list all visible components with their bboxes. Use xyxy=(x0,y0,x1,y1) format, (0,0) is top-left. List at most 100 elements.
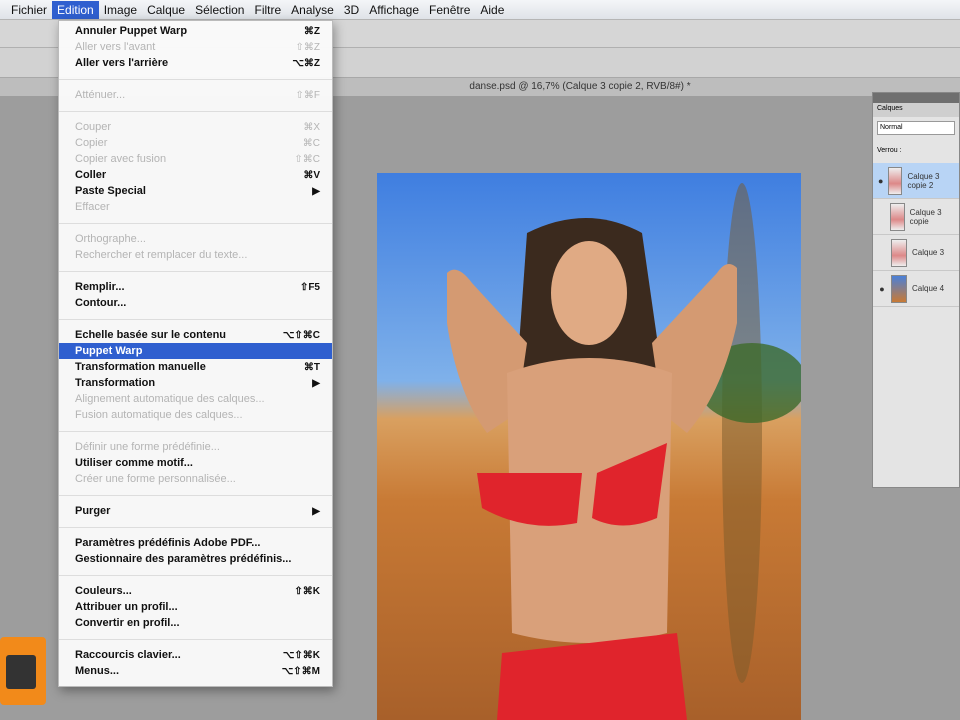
menu-item-label: Paste Special xyxy=(75,185,146,197)
menu-item-label: Effacer xyxy=(75,201,110,213)
menu-8[interactable]: Affichage xyxy=(364,1,424,19)
menu-separator xyxy=(59,631,332,647)
menu-item[interactable]: Transformation ▶ xyxy=(59,375,332,391)
menu-item-shortcut: ▶ xyxy=(312,377,320,389)
menu-item: Aller vers l'avant ⇧⌘Z xyxy=(59,39,332,55)
layers-panel: Calques Normal Verrou : ● Calque 3 copie … xyxy=(872,92,960,488)
menu-item-shortcut: ⌥⇧⌘M xyxy=(281,665,320,677)
menu-item[interactable]: Contour... xyxy=(59,295,332,311)
menu-separator xyxy=(59,519,332,535)
menu-item: Fusion automatique des calques... xyxy=(59,407,332,423)
blend-mode-select[interactable]: Normal xyxy=(877,121,955,135)
menu-item: Alignement automatique des calques... xyxy=(59,391,332,407)
menu-item: Rechercher et remplacer du texte... xyxy=(59,247,332,263)
menu-separator xyxy=(59,567,332,583)
menu-item[interactable]: Raccourcis clavier... ⌥⇧⌘K xyxy=(59,647,332,663)
menu-item[interactable]: Echelle basée sur le contenu ⌥⇧⌘C xyxy=(59,327,332,343)
menu-item[interactable]: Annuler Puppet Warp ⌘Z xyxy=(59,23,332,39)
menu-item-label: Utiliser comme motif... xyxy=(75,457,193,469)
menu-item-label: Rechercher et remplacer du texte... xyxy=(75,249,248,261)
eye-icon[interactable]: ● xyxy=(873,284,891,294)
layer-row[interactable]: ● Calque 4 xyxy=(873,271,959,307)
menu-item-label: Attribuer un profil... xyxy=(75,601,178,613)
menu-item[interactable]: Coller ⌘V xyxy=(59,167,332,183)
menu-item-shortcut: ⌥⌘Z xyxy=(292,57,320,69)
menu-3[interactable]: Calque xyxy=(142,1,190,19)
menu-item[interactable]: Convertir en profil... xyxy=(59,615,332,631)
menu-item-label: Atténuer... xyxy=(75,89,126,101)
document-canvas[interactable] xyxy=(377,173,801,720)
menu-item-shortcut: ⌘Z xyxy=(303,25,320,37)
app-icon[interactable] xyxy=(0,637,46,705)
menu-item-shortcut: ⇧F5 xyxy=(299,281,320,293)
menu-item-label: Orthographe... xyxy=(75,233,146,245)
menu-10[interactable]: Aide xyxy=(475,1,509,19)
menu-item-label: Aller vers l'avant xyxy=(75,41,156,53)
layer-name: Calque 3 copie 2 xyxy=(907,171,940,190)
layer-row[interactable]: Calque 3 xyxy=(873,235,959,271)
menu-item[interactable]: Menus... ⌥⇧⌘M xyxy=(59,663,332,679)
menu-item-label: Convertir en profil... xyxy=(75,617,180,629)
edit-menu: Annuler Puppet Warp ⌘Z Aller vers l'avant ⇧… xyxy=(58,20,333,687)
menu-1[interactable]: Edition xyxy=(52,0,99,19)
layer-row[interactable]: ● Calque 3 copie 2 xyxy=(873,163,959,199)
menu-item: Définir une forme prédéfinie... xyxy=(59,439,332,455)
menu-item[interactable]: Paramètres prédéfinis Adobe PDF... xyxy=(59,535,332,551)
menu-bar: Fichier Edition Image Calque Sélection Filtre… xyxy=(0,0,960,20)
menu-item[interactable]: Purger ▶ xyxy=(59,503,332,519)
menu-item: Atténuer... ⇧⌘F xyxy=(59,87,332,103)
layer-thumbnail xyxy=(889,202,905,231)
menu-item[interactable]: Puppet Warp xyxy=(59,343,332,359)
menu-item-label: Copier avec fusion xyxy=(75,153,167,165)
menu-item: Couper ⌘X xyxy=(59,119,332,135)
menu-item[interactable]: Aller vers l'arrière ⌥⌘Z xyxy=(59,55,332,71)
menu-item-label: Copier xyxy=(75,137,108,149)
menu-item: Orthographe... xyxy=(59,231,332,247)
menu-item-label: Alignement automatique des calques... xyxy=(75,393,265,405)
menu-item-shortcut: ⌘T xyxy=(303,361,320,373)
menu-item-shortcut: ⇧⌘K xyxy=(294,585,320,597)
menu-item-shortcut: ▶ xyxy=(312,185,320,197)
menu-5[interactable]: Filtre xyxy=(249,1,286,19)
menu-item[interactable]: Attribuer un profil... xyxy=(59,599,332,615)
menu-item[interactable]: Utiliser comme motif... xyxy=(59,455,332,471)
menu-6[interactable]: Analyse xyxy=(286,1,339,19)
layer-row[interactable]: Calque 3 copie xyxy=(873,199,959,235)
layer-name: Calque 3 xyxy=(912,248,945,257)
menu-item: Copier ⌘C xyxy=(59,135,332,151)
menu-item-shortcut: ⇧⌘F xyxy=(295,89,321,101)
layer-thumbnail xyxy=(891,274,907,303)
menu-item[interactable]: Transformation manuelle ⌘T xyxy=(59,359,332,375)
menu-4[interactable]: Sélection xyxy=(190,1,249,19)
menu-item-label: Purger xyxy=(75,505,111,517)
eye-icon[interactable]: ● xyxy=(873,176,888,186)
menu-item-label: Couper xyxy=(75,121,112,133)
menu-0[interactable]: Fichier xyxy=(6,1,52,19)
menu-item-label: Menus... xyxy=(75,665,120,677)
menu-item: Copier avec fusion ⇧⌘C xyxy=(59,151,332,167)
menu-separator xyxy=(59,423,332,439)
menu-item-label: Fusion automatique des calques... xyxy=(75,409,243,421)
menu-item-label: Remplir... xyxy=(75,281,125,293)
layer-name: Calque 3 copie xyxy=(909,207,942,226)
menu-item[interactable]: Gestionnaire des paramètres prédéfinis..… xyxy=(59,551,332,567)
layer-name: Calque 4 xyxy=(912,284,945,293)
menu-item-label: Contour... xyxy=(75,297,127,309)
menu-item-label: Créer une forme personnalisée... xyxy=(75,473,236,485)
menu-item[interactable]: Couleurs... ⇧⌘K xyxy=(59,583,332,599)
menu-separator xyxy=(59,103,332,119)
menu-2[interactable]: Image xyxy=(99,1,142,19)
menu-separator xyxy=(59,71,332,87)
menu-item-label: Paramètres prédéfinis Adobe PDF... xyxy=(75,537,261,549)
menu-item-shortcut: ⌘C xyxy=(302,137,320,149)
menu-item[interactable]: Paste Special ▶ xyxy=(59,183,332,199)
menu-item-label: Annuler Puppet Warp xyxy=(75,25,188,37)
menu-item[interactable]: Remplir... ⇧F5 xyxy=(59,279,332,295)
menu-separator xyxy=(59,311,332,327)
menu-separator xyxy=(59,263,332,279)
menu-9[interactable]: Fenêtre xyxy=(424,1,475,19)
menu-item-label: Définir une forme prédéfinie... xyxy=(75,441,220,453)
menu-item-label: Puppet Warp xyxy=(75,345,143,357)
layers-tab[interactable]: Calques xyxy=(873,103,959,117)
menu-7[interactable]: 3D xyxy=(339,1,364,19)
